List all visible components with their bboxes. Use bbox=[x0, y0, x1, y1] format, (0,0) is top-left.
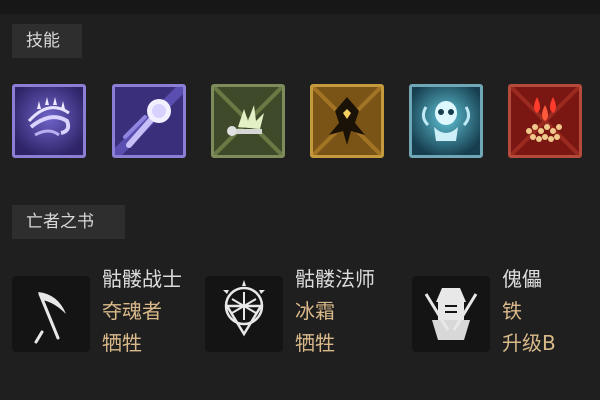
golem-helm-icon bbox=[424, 288, 478, 340]
top-bar bbox=[0, 0, 600, 14]
minion-name: 骷髅战士 bbox=[102, 267, 182, 291]
book-of-dead-section-header: 亡者之书 bbox=[12, 205, 125, 239]
scythe-icon bbox=[34, 292, 66, 344]
minion-choice: 铁 bbox=[502, 299, 522, 323]
minion-choice: 夺魂者 bbox=[102, 299, 162, 323]
bone-spear-curve-icon bbox=[15, 87, 83, 155]
book-item-text-3: 傀儡 铁 升级B bbox=[502, 263, 556, 359]
book-of-dead-section-title: 亡者之书 bbox=[26, 212, 94, 232]
skill-slot-1[interactable] bbox=[12, 84, 86, 158]
book-of-dead-list: 骷髅战士 夺魂者 牺牲 骷髅法师 冰霜 牺牲 傀儡 铁 升级B bbox=[12, 267, 588, 380]
skills-section-title: 技能 bbox=[26, 31, 60, 51]
book-item-skeleton-warrior[interactable]: 骷髅战士 夺魂者 牺牲 bbox=[12, 267, 202, 380]
skeleton-spirit-icon bbox=[412, 87, 480, 155]
minion-upgrade: 牺牲 bbox=[102, 331, 142, 355]
skill-slot-5[interactable] bbox=[409, 84, 483, 158]
spirit-orb-icon bbox=[115, 87, 183, 155]
corpse-explosion-icon bbox=[214, 87, 282, 155]
minion-upgrade: 牺牲 bbox=[295, 331, 335, 355]
build-panel: 技能 亡者之书 骷髅战士 夺魂者 牺牲 骷髅法师 冰霜 牺牲 傀儡 铁 升级B bbox=[0, 0, 600, 400]
book-item-icon-1[interactable] bbox=[12, 276, 90, 352]
blood-drops-icon bbox=[511, 87, 579, 155]
minion-choice: 冰霜 bbox=[295, 299, 335, 323]
skills-section-header: 技能 bbox=[12, 24, 82, 58]
skill-bar bbox=[12, 84, 588, 160]
minion-upgrade: 升级B bbox=[502, 331, 556, 355]
book-item-text-1: 骷髅战士 夺魂者 牺牲 bbox=[102, 263, 182, 359]
skill-slot-4[interactable] bbox=[310, 84, 384, 158]
golden-demon-icon bbox=[313, 87, 381, 155]
skill-slot-3[interactable] bbox=[211, 84, 285, 158]
book-item-icon-3[interactable] bbox=[412, 276, 490, 352]
frost-sigil-icon bbox=[223, 280, 265, 337]
book-item-golem[interactable]: 傀儡 铁 升级B bbox=[412, 267, 588, 380]
book-item-skeleton-mage[interactable]: 骷髅法师 冰霜 牺牲 bbox=[205, 267, 405, 380]
skill-slot-6[interactable] bbox=[508, 84, 582, 158]
skill-slot-2[interactable] bbox=[112, 84, 186, 158]
minion-name: 傀儡 bbox=[502, 267, 542, 291]
book-item-icon-2[interactable] bbox=[205, 276, 283, 352]
book-item-text-2: 骷髅法师 冰霜 牺牲 bbox=[295, 263, 375, 359]
minion-name: 骷髅法师 bbox=[295, 267, 375, 291]
